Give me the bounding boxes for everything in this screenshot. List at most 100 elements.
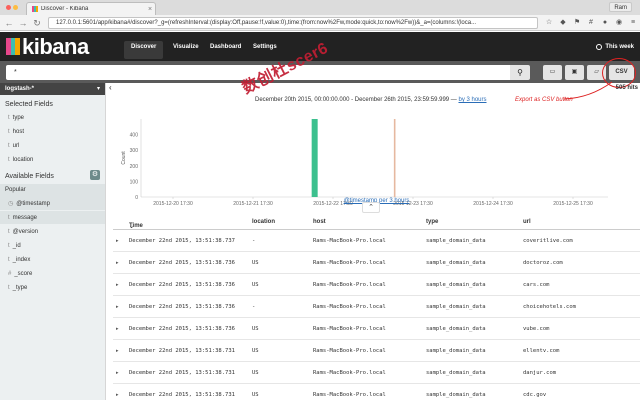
time-range-text: December 20th 2015, 00:00:00.000 - Decem… [255, 97, 457, 103]
column-header-type[interactable]: type [426, 219, 438, 225]
extension-icon[interactable]: # [586, 18, 596, 28]
expand-row-icon[interactable]: ▸ [116, 348, 119, 354]
cell-location: US [252, 370, 259, 376]
sort-icon: ⌄ [129, 224, 135, 230]
reload-button[interactable]: ↻ [32, 18, 42, 28]
field-name: message [12, 215, 38, 221]
field-name: host [12, 129, 25, 135]
tab-close-icon[interactable]: × [145, 6, 155, 13]
field-name: _id [12, 243, 21, 249]
gear-icon[interactable]: ⚙ [90, 170, 100, 180]
field-item[interactable]: t _id [0, 239, 105, 253]
new-search-button[interactable]: ▭ [543, 65, 562, 80]
table-row[interactable]: ▸ December 22nd 2015, 13:51:38.737 - Rams-M… [113, 230, 640, 252]
cell-time: December 22nd 2015, 13:51:38.737 [129, 238, 235, 244]
field-item[interactable]: t type [0, 111, 105, 125]
expand-row-icon[interactable]: ▸ [116, 304, 119, 310]
address-bar[interactable]: 127.0.0.1:5601/app/kibana#/discover?_g=(… [48, 17, 538, 29]
field-item[interactable]: t @version [0, 225, 105, 239]
field-item[interactable]: t _index [0, 253, 105, 267]
field-sidebar: logstash-* ▾ Selected Fields t type t host t… [0, 83, 106, 400]
expand-row-icon[interactable]: ▸ [116, 370, 119, 376]
other-fields-list: t @version t _id t _index # _score t _type [0, 225, 105, 295]
field-name: @version [12, 229, 39, 235]
field-type-icon: t [8, 129, 10, 135]
field-item[interactable]: t _type [0, 281, 105, 295]
expand-row-icon[interactable]: ▸ [116, 392, 119, 398]
field-type-icon: t [8, 257, 10, 263]
kibana-favicon-icon [32, 6, 38, 12]
minimize-window-button[interactable] [13, 5, 18, 10]
cell-type: sample_domain_data [426, 260, 486, 266]
collapse-chart-button[interactable]: ⌃ [362, 202, 380, 213]
expand-row-icon[interactable]: ▸ [116, 282, 119, 288]
table-header: Time ⌄ location host type url [113, 215, 640, 230]
field-item[interactable]: t host [0, 125, 105, 139]
field-item[interactable]: ◷ @timestamp [0, 197, 105, 211]
index-pattern-selector[interactable]: logstash-* ▾ [0, 83, 105, 95]
table-row[interactable]: ▸ December 22nd 2015, 13:51:38.736 US Rams-… [113, 318, 640, 340]
selected-fields-heading: Selected Fields [5, 101, 53, 108]
cell-location: US [252, 282, 259, 288]
table-row[interactable]: ▸ December 22nd 2015, 13:51:38.736 US Rams-… [113, 274, 640, 296]
field-name: _score [14, 271, 33, 277]
tab-title: Discover - Kibana [41, 6, 89, 12]
cell-time: December 22nd 2015, 13:51:38.736 [129, 282, 235, 288]
cell-type: sample_domain_data [426, 370, 486, 376]
table-row[interactable]: ▸ December 22nd 2015, 13:51:38.736 US Rams-… [113, 252, 640, 274]
cell-type: sample_domain_data [426, 238, 486, 244]
time-filter[interactable]: This week [596, 44, 634, 50]
selected-fields-list: t type t host t url t location [0, 111, 105, 167]
column-header-url[interactable]: url [523, 219, 531, 225]
table-row[interactable]: ▸ December 22nd 2015, 13:51:38.731 US Rams-… [113, 362, 640, 384]
extension-icon[interactable]: ◆ [558, 18, 568, 28]
expand-row-icon[interactable]: ▸ [116, 238, 119, 244]
histogram-bar [311, 119, 318, 197]
y-axis-label: Count [121, 151, 127, 165]
cell-location: - [252, 238, 256, 244]
search-button[interactable]: ⚲ [510, 65, 530, 80]
cell-url: cars.com [523, 282, 550, 288]
field-type-icon: t [8, 229, 10, 235]
interval-link[interactable]: by 3 hours [458, 97, 486, 103]
menu-icon[interactable]: ≡ [628, 18, 638, 28]
cell-type: sample_domain_data [426, 392, 486, 398]
table-row[interactable]: ▸ December 22nd 2015, 13:51:38.731 US Rams-… [113, 384, 640, 400]
bookmark-star-icon[interactable]: ☆ [544, 18, 554, 28]
tab-dashboard[interactable]: Dashboard [203, 41, 248, 59]
column-header-host[interactable]: host [313, 219, 326, 225]
field-item[interactable]: t message [0, 211, 105, 225]
cell-host: Rams-MacBook-Pro.local [313, 238, 386, 244]
cell-location: US [252, 326, 259, 332]
column-header-location[interactable]: location [252, 219, 275, 225]
tab-visualize[interactable]: Visualize [166, 41, 206, 59]
forward-button[interactable]: → [18, 18, 28, 28]
field-item[interactable]: # _score [0, 267, 105, 281]
browser-tabstrip: Discover - Kibana × Ram [0, 0, 640, 15]
browser-tab[interactable]: Discover - Kibana × [26, 2, 156, 15]
field-type-icon: t [8, 243, 10, 249]
cell-type: sample_domain_data [426, 282, 486, 288]
tab-discover[interactable]: Discover [124, 41, 164, 59]
back-button[interactable]: ← [4, 18, 14, 28]
table-row[interactable]: ▸ December 22nd 2015, 13:51:38.736 - Rams-M… [113, 296, 640, 318]
close-window-button[interactable] [6, 5, 11, 10]
cell-time: December 22nd 2015, 13:51:38.736 [129, 260, 235, 266]
cell-type: sample_domain_data [426, 348, 486, 354]
extension-icon[interactable]: ◉ [614, 18, 624, 28]
table-row[interactable]: ▸ December 22nd 2015, 13:51:38.731 US Rams-… [113, 340, 640, 362]
cell-host: Rams-MacBook-Pro.local [313, 370, 386, 376]
expand-row-icon[interactable]: ▸ [116, 326, 119, 332]
expand-row-icon[interactable]: ▸ [116, 260, 119, 266]
extension-icon[interactable]: ⚑ [572, 18, 582, 28]
profile-button[interactable]: Ram [609, 2, 632, 12]
kibana-logo[interactable]: kibana [22, 34, 89, 60]
cell-host: Rams-MacBook-Pro.local [313, 282, 386, 288]
y-tick-label: 400 [130, 133, 139, 139]
field-item[interactable]: t location [0, 153, 105, 167]
field-item[interactable]: t url [0, 139, 105, 153]
browser-toolbar: ← → ↻ 127.0.0.1:5601/app/kibana#/discove… [0, 15, 640, 31]
cell-location: US [252, 348, 259, 354]
extension-icon[interactable]: ● [600, 18, 610, 28]
save-search-button[interactable]: ▣ [565, 65, 584, 80]
